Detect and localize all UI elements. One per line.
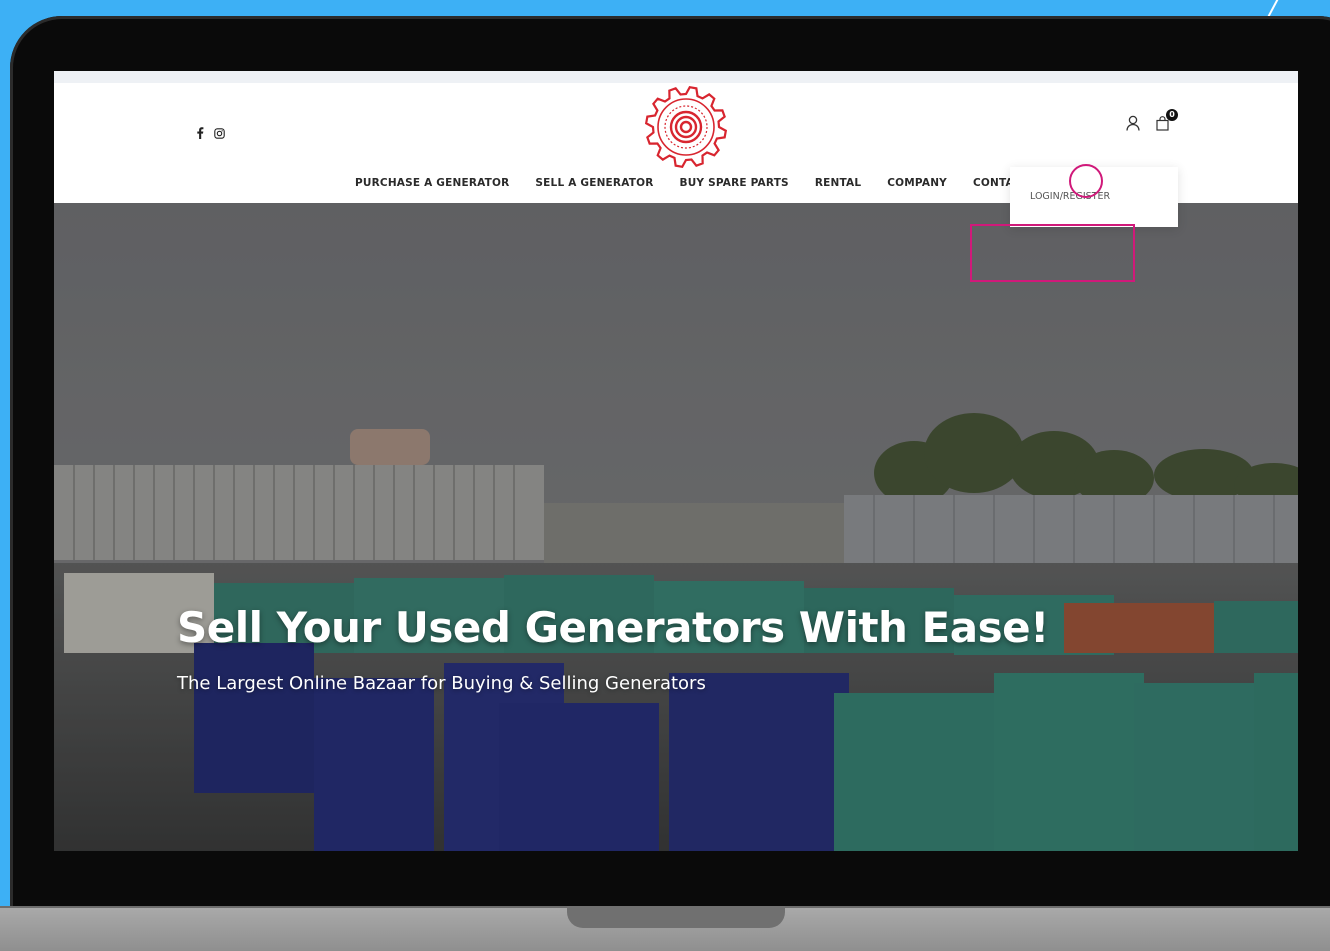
facebook-icon[interactable] [196,127,204,139]
highlight-box [970,224,1135,282]
social-links [196,127,225,139]
browser-viewport: 0 PURCHASE A GENERATOR SELL A GENERATOR … [54,71,1298,851]
instagram-icon[interactable] [214,127,225,139]
top-strip [54,71,1298,83]
gear-logo-icon[interactable] [642,83,730,171]
main-nav: PURCHASE A GENERATOR SELL A GENERATOR BU… [355,177,1050,189]
hero-title: Sell Your Used Generators With Ease! [177,603,1049,652]
laptop-hinge [567,906,785,928]
hero-banner: Sell Your Used Generators With Ease! The… [54,203,1298,851]
click-indicator-circle [1069,164,1103,198]
nav-item-spare-parts[interactable]: BUY SPARE PARTS [680,177,789,189]
cart-button[interactable]: 0 [1156,108,1178,136]
cart-count-badge: 0 [1166,108,1178,121]
hero-background-image [54,203,1298,851]
nav-item-purchase[interactable]: PURCHASE A GENERATOR [355,177,509,189]
hero-subtitle: The Largest Online Bazaar for Buying & S… [177,673,706,694]
nav-item-sell[interactable]: SELL A GENERATOR [535,177,653,189]
user-icon[interactable] [1126,115,1140,136]
nav-item-company[interactable]: COMPANY [887,177,947,189]
nav-item-rental[interactable]: RENTAL [815,177,861,189]
header-utilities: 0 [1126,108,1178,136]
